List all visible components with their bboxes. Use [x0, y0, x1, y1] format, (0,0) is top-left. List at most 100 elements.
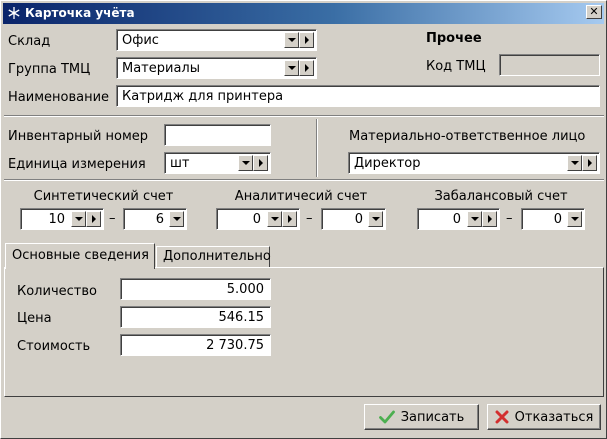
- analytic-account-sub-value: 0: [354, 212, 363, 227]
- other-section-title: Прочее: [426, 31, 482, 46]
- separator: [4, 115, 604, 117]
- cost-input[interactable]: 2 730.75: [120, 334, 271, 356]
- name-value: Катридж для принтера: [122, 89, 284, 104]
- name-input[interactable]: Катридж для принтера: [116, 85, 600, 107]
- analytic-account-sub[interactable]: 0: [321, 208, 386, 230]
- analytic-account-label: Аналитичесий счет: [234, 189, 368, 204]
- analytic-sub-dropdown-button[interactable]: [368, 211, 383, 227]
- responsible-person-open-button[interactable]: [582, 155, 597, 171]
- separator-vertical: [316, 119, 318, 177]
- unit-dropdown-button[interactable]: [238, 155, 253, 171]
- warehouse-open-button[interactable]: [299, 32, 314, 48]
- group-label: Группа ТМЦ: [8, 62, 91, 77]
- synthetic-account-main[interactable]: 10: [20, 208, 104, 230]
- chevron-down-icon: [470, 217, 479, 221]
- warehouse-select[interactable]: Офис: [116, 29, 317, 51]
- synthetic-main-dropdown-button[interactable]: [71, 211, 86, 227]
- off-balance-account-label: Забалансовый счет: [434, 189, 568, 204]
- item-code-field[interactable]: [499, 54, 600, 76]
- name-label: Наименование: [8, 90, 110, 105]
- unit-label: Единица измерения: [8, 157, 146, 172]
- separator: [4, 179, 604, 181]
- unit-open-button[interactable]: [253, 155, 268, 171]
- price-input[interactable]: 546.15: [120, 306, 271, 328]
- save-button[interactable]: Записать: [364, 404, 479, 430]
- chevron-down-icon: [74, 217, 83, 221]
- off-balance-sub-dropdown-button[interactable]: [567, 211, 582, 227]
- unit-select[interactable]: шт: [164, 152, 271, 174]
- window-title: Карточка учёта: [25, 6, 135, 20]
- chevron-down-icon: [570, 161, 579, 165]
- off-balance-account-main[interactable]: 0: [417, 208, 500, 230]
- off-balance-main-open-button[interactable]: [482, 211, 497, 227]
- analytic-main-open-button[interactable]: [282, 211, 297, 227]
- synthetic-account-sub[interactable]: 6: [123, 208, 187, 230]
- responsible-person-label: Материально-ответственное лицо: [349, 129, 586, 144]
- group-open-button[interactable]: [299, 60, 314, 76]
- synthetic-account-sub-value: 6: [155, 212, 164, 227]
- warehouse-dropdown-button[interactable]: [284, 32, 299, 48]
- quantity-value: 5.000: [226, 282, 264, 297]
- tab-main-info-label: Основные сведения: [12, 248, 149, 263]
- off-balance-account-sub[interactable]: 0: [521, 208, 585, 230]
- off-balance-account-main-value: 0: [452, 212, 461, 227]
- warehouse-label: Склад: [8, 34, 51, 49]
- responsible-person-value: Директор: [354, 156, 421, 171]
- cross-icon: [495, 410, 509, 424]
- warehouse-value: Офис: [122, 33, 159, 48]
- chevron-down-icon: [241, 161, 250, 165]
- title-bar[interactable]: Карточка учёта ✕: [3, 3, 604, 24]
- price-value: 546.15: [218, 310, 265, 325]
- chevron-right-icon: [258, 159, 263, 167]
- item-code-label: Код ТМЦ: [426, 59, 486, 74]
- account-separator: –: [306, 211, 313, 226]
- synthetic-sub-dropdown-button[interactable]: [169, 211, 184, 227]
- off-balance-main-dropdown-button[interactable]: [467, 211, 482, 227]
- app-snowflake-icon: [8, 7, 20, 19]
- chevron-down-icon: [371, 217, 380, 221]
- quantity-input[interactable]: 5.000: [120, 278, 271, 300]
- account-separator: –: [109, 211, 116, 226]
- chevron-right-icon: [487, 215, 492, 223]
- synthetic-account-main-value: 10: [48, 212, 65, 227]
- tab-main-info[interactable]: Основные сведения: [5, 243, 155, 269]
- group-value: Материалы: [122, 61, 200, 76]
- responsible-person-dropdown-button[interactable]: [567, 155, 582, 171]
- cancel-button-label: Отказаться: [514, 409, 594, 425]
- inventory-number-label: Инвентарный номер: [8, 129, 149, 144]
- chevron-down-icon: [570, 217, 579, 221]
- analytic-account-main[interactable]: 0: [216, 208, 300, 230]
- quantity-label: Количество: [17, 284, 97, 299]
- tab-additional-label: Дополнительно: [163, 249, 271, 264]
- chevron-down-icon: [270, 217, 279, 221]
- analytic-account-main-value: 0: [252, 212, 261, 227]
- save-button-label: Записать: [400, 409, 465, 425]
- chevron-right-icon: [287, 215, 292, 223]
- synthetic-account-label: Синтетический счет: [33, 189, 174, 204]
- close-button[interactable]: ✕: [586, 5, 602, 19]
- chevron-right-icon: [304, 36, 309, 44]
- inventory-number-input[interactable]: [164, 124, 271, 146]
- chevron-down-icon: [287, 66, 296, 70]
- chevron-down-icon: [172, 217, 181, 221]
- record-card-window: Карточка учёта ✕ Склад Офис Группа ТМЦ М…: [0, 0, 607, 439]
- group-dropdown-button[interactable]: [284, 60, 299, 76]
- responsible-person-select[interactable]: Директор: [348, 152, 600, 174]
- check-icon: [378, 410, 395, 424]
- account-separator: –: [506, 211, 513, 226]
- cost-label: Стоимость: [17, 339, 91, 354]
- unit-value: шт: [170, 156, 190, 171]
- analytic-main-dropdown-button[interactable]: [267, 211, 282, 227]
- chevron-right-icon: [91, 215, 96, 223]
- synthetic-main-open-button[interactable]: [86, 211, 101, 227]
- chevron-right-icon: [304, 64, 309, 72]
- group-select[interactable]: Материалы: [116, 57, 317, 79]
- cancel-button[interactable]: Отказаться: [487, 404, 601, 430]
- chevron-down-icon: [287, 38, 296, 42]
- chevron-right-icon: [587, 159, 592, 167]
- cost-value: 2 730.75: [206, 338, 264, 353]
- tab-additional[interactable]: Дополнительно: [156, 246, 271, 267]
- off-balance-account-sub-value: 0: [553, 212, 562, 227]
- price-label: Цена: [17, 311, 52, 326]
- close-icon: ✕: [589, 5, 599, 18]
